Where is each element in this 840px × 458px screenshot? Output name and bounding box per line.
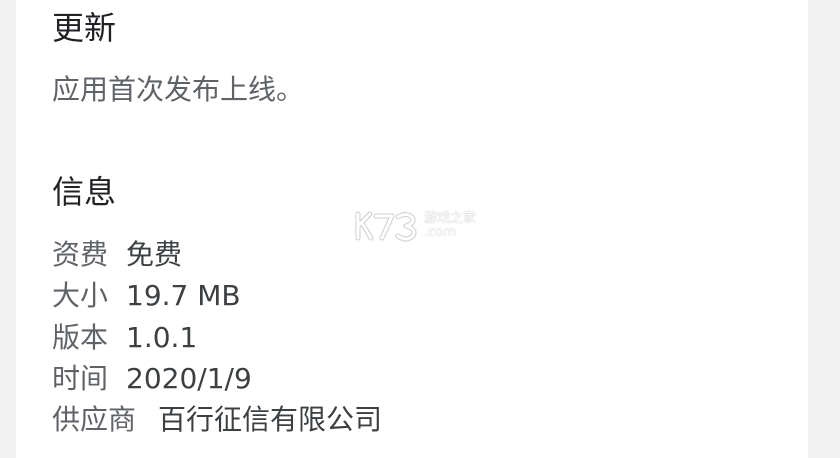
info-section-title: 信息 <box>52 173 117 211</box>
info-label: 版本 <box>52 321 109 354</box>
info-label: 资费 <box>52 238 109 271</box>
info-row-price: 资费 免费 <box>52 235 182 275</box>
info-row-version: 版本 1.0.1 <box>52 318 197 358</box>
info-row-date: 时间 2020/1/9 <box>52 359 252 399</box>
details-card: 更新 应用首次发布上线。 信息 资费 免费 大小 19.7 MB 版本 1.0.… <box>16 0 808 458</box>
info-value: 百行征信有限公司 <box>158 403 383 436</box>
app-detail-page: 更新 应用首次发布上线。 信息 资费 免费 大小 19.7 MB 版本 1.0.… <box>0 0 840 458</box>
info-label: 大小 <box>52 279 109 312</box>
info-value: 免费 <box>126 238 183 271</box>
info-value: 1.0.1 <box>126 321 198 354</box>
info-value: 2020/1/9 <box>126 362 252 395</box>
update-notes: 应用首次发布上线。 <box>52 73 305 106</box>
info-row-size: 大小 19.7 MB <box>52 276 241 316</box>
info-value: 19.7 MB <box>126 279 241 312</box>
info-row-vendor: 供应商 百行征信有限公司 <box>52 400 382 440</box>
info-label: 供应商 <box>52 403 137 436</box>
info-label: 时间 <box>52 362 109 395</box>
update-section-title: 更新 <box>52 9 117 47</box>
